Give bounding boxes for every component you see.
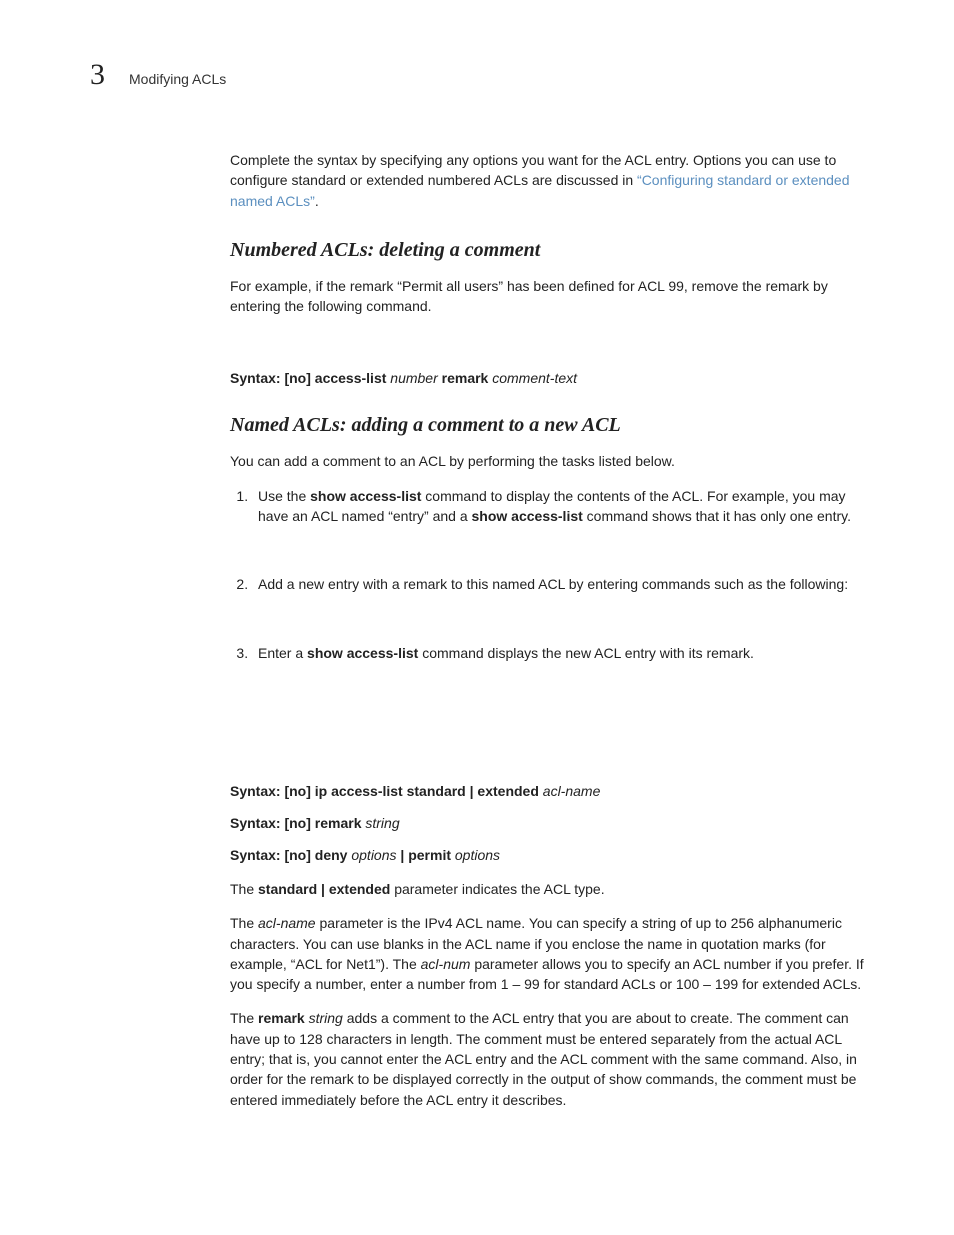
step3-b1: show access-list — [307, 645, 418, 661]
intro-text-after: . — [315, 193, 319, 209]
syntax-mid: remark — [438, 370, 492, 386]
content-body: Complete the syntax by specifying any op… — [230, 150, 874, 1110]
syntax3-b: Syntax: [no] remark — [230, 815, 365, 831]
section-heading-named-acls: Named ACLs: adding a comment to a new AC… — [230, 414, 874, 437]
page-header: 3 Modifying ACLs — [90, 60, 874, 90]
section-heading-numbered-acls: Numbered ACLs: deleting a comment — [230, 239, 874, 262]
p3-b1: remark — [258, 1010, 309, 1026]
syntax-line-4: Syntax: [no] deny options | permit optio… — [230, 847, 874, 863]
syntax-line-2: Syntax: [no] ip access-list standard | e… — [230, 783, 874, 799]
syntax-arg-comment: comment-text — [492, 370, 577, 386]
step-3: Enter a show access-list command display… — [252, 643, 874, 663]
page-container: 3 Modifying ACLs Complete the syntax by … — [0, 0, 954, 1235]
page-title: Modifying ACLs — [129, 71, 226, 87]
syntax3-i: string — [365, 815, 399, 831]
p1-t1: The — [230, 881, 258, 897]
explain-p2: The acl-name parameter is the IPv4 ACL n… — [230, 913, 874, 994]
syntax-arg-number: number — [390, 370, 437, 386]
syntax4-i1: options — [351, 847, 396, 863]
syntax2-i: acl-name — [543, 783, 601, 799]
section2-intro: You can add a comment to an ACL by perfo… — [230, 451, 874, 471]
syntax4-b1: Syntax: [no] deny — [230, 847, 351, 863]
p2-i2: acl-num — [421, 956, 471, 972]
syntax-line-1: Syntax: [no] access-list number remark c… — [230, 370, 874, 386]
step3-t2: command displays the new ACL entry with … — [418, 645, 754, 661]
spacer — [230, 330, 874, 370]
chapter-number: 3 — [90, 60, 105, 90]
step1-b1: show access-list — [310, 488, 421, 504]
p2-i1: acl-name — [258, 915, 316, 931]
p3-i1: string — [309, 1010, 343, 1026]
syntax-prefix: Syntax: [no] access-list — [230, 370, 390, 386]
step1-b2: show access-list — [472, 508, 583, 524]
step-2: Add a new entry with a remark to this na… — [252, 574, 874, 594]
section1-paragraph: For example, if the remark “Permit all u… — [230, 276, 874, 317]
syntax4-i2: options — [455, 847, 500, 863]
p2-t1: The — [230, 915, 258, 931]
p1-t2: parameter indicates the ACL type. — [390, 881, 604, 897]
syntax-line-3: Syntax: [no] remark string — [230, 815, 874, 831]
step1-t1: Use the — [258, 488, 310, 504]
step3-t1: Enter a — [258, 645, 307, 661]
steps-list: Use the show access-list command to disp… — [230, 486, 874, 663]
p3-t1: The — [230, 1010, 258, 1026]
step-1: Use the show access-list command to disp… — [252, 486, 874, 527]
explain-p3: The remark string adds a comment to the … — [230, 1008, 874, 1109]
step1-t3: command shows that it has only one entry… — [583, 508, 851, 524]
syntax2-b: Syntax: [no] ip access-list standard | e… — [230, 783, 543, 799]
syntax4-b2: | permit — [397, 847, 455, 863]
explain-p1: The standard | extended parameter indica… — [230, 879, 874, 899]
intro-paragraph: Complete the syntax by specifying any op… — [230, 150, 874, 211]
p1-b1: standard | extended — [258, 881, 390, 897]
